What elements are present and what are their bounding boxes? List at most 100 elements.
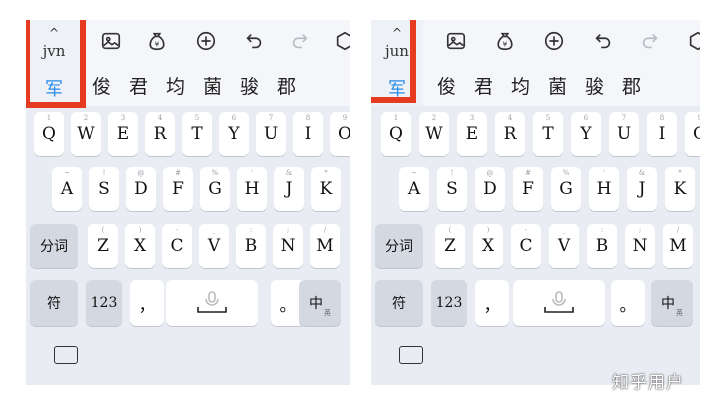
key-hint: 2 [431,114,437,122]
key-j[interactable]: & J [627,167,657,211]
plus-circle-icon[interactable] [193,28,219,54]
key-c[interactable]: -C [511,224,541,268]
key-m[interactable]: / M [310,224,340,268]
redo-icon[interactable] [637,28,663,54]
key-label: S [98,179,110,199]
key-label: J [285,179,293,199]
symbol-key[interactable]: 符 [375,280,423,326]
candidate-item[interactable]: 俊 [92,72,111,99]
key-t[interactable]: 5T [533,112,563,156]
key-b[interactable]: :B [587,224,617,268]
symbol-key[interactable]: 符 [30,280,78,326]
candidate-item[interactable]: 菌 [203,72,222,99]
candidate-item[interactable]: 骏 [240,72,259,99]
key-hint: ' [603,169,605,177]
comma-key[interactable]: ， [475,280,509,326]
svg-text:¥: ¥ [503,40,508,49]
key-r[interactable]: 4R [145,112,175,156]
key-q[interactable]: 1Q [381,112,411,156]
key-u[interactable]: 7U [256,112,286,156]
key-d[interactable]: @ D [475,167,505,211]
key-o[interactable]: 9O [330,112,350,156]
key-v[interactable]: _ V [549,224,579,268]
key-g[interactable]: % G [551,167,581,211]
language-switch-key[interactable]: 中英 [299,280,341,326]
candidate-item[interactable]: 均 [166,72,185,99]
key-n[interactable]: ; N [625,224,655,268]
key-b[interactable]: :B [236,224,266,268]
undo-icon[interactable] [590,28,616,54]
key-k[interactable]: * K [665,167,695,211]
key-label: T [542,124,554,144]
hexagon-icon[interactable] [685,28,700,54]
key-f[interactable]: # F [513,167,543,211]
plus-circle-icon[interactable] [541,28,567,54]
key-s[interactable]: ! S [89,167,119,211]
candidate-item[interactable]: 均 [511,72,530,99]
key-i[interactable]: 8I [647,112,677,156]
key-a[interactable]: ~ A [52,167,82,211]
candidate-item[interactable]: 君 [129,72,148,99]
money-bag-icon[interactable]: ¥ [144,28,170,54]
key-t[interactable]: 5T [182,112,212,156]
key-d[interactable]: @ D [126,167,156,211]
key-label: E [465,124,479,144]
space-key[interactable] [166,280,258,326]
key-o[interactable]: 9O [685,112,700,156]
segment-key[interactable]: 分词 [30,224,78,268]
comma-key[interactable]: ， [130,280,164,326]
lang-sub-label: 英 [324,309,331,317]
key-u[interactable]: 7U [609,112,639,156]
keyboard-switch-icon[interactable] [54,346,78,364]
candidate-item[interactable]: 郡 [622,72,641,99]
money-bag-icon[interactable]: ¥ [492,28,518,54]
key-j[interactable]: & J [274,167,304,211]
space-key[interactable] [513,280,605,326]
key-x[interactable]: ) X [125,224,155,268]
key-e[interactable]: 3E [457,112,487,156]
language-switch-key[interactable]: 中英 [651,280,693,326]
key-k[interactable]: * K [311,167,341,211]
key-z[interactable]: (Z [435,224,465,268]
key-w[interactable]: 2W [419,112,449,156]
key-n[interactable]: ; N [273,224,303,268]
key-g[interactable]: % G [200,167,230,211]
key-hint: & [638,169,646,177]
image-icon[interactable] [443,28,469,54]
candidate-item[interactable]: 骏 [585,72,604,99]
key-s[interactable]: ! S [437,167,467,211]
key-q[interactable]: 1Q [34,112,64,156]
candidate-item[interactable]: 郡 [277,72,296,99]
image-icon[interactable] [98,28,124,54]
highlight-box [26,20,86,108]
undo-icon[interactable] [241,28,267,54]
key-v[interactable]: _ V [199,224,229,268]
key-y[interactable]: 6Y [571,112,601,156]
segment-key[interactable]: 分词 [375,224,423,268]
candidate-item[interactable]: 菌 [548,72,567,99]
key-e[interactable]: 3E [108,112,138,156]
key-w[interactable]: 2W [71,112,101,156]
key-f[interactable]: # F [163,167,193,211]
key-m[interactable]: / M [663,224,693,268]
key-y[interactable]: 6Y [219,112,249,156]
key-i[interactable]: 8I [293,112,323,156]
key-r[interactable]: 4R [495,112,525,156]
key-hint: _ [212,226,216,234]
number-key[interactable]: 123 [86,280,122,326]
key-a[interactable]: ~ A [399,167,429,211]
number-key[interactable]: 123 [431,280,467,326]
key-z[interactable]: (Z [88,224,118,268]
key-c[interactable]: -C [162,224,192,268]
candidate-item[interactable]: 俊 [437,72,456,99]
period-key[interactable]: 。 [611,280,645,326]
candidate-item[interactable]: 君 [474,72,493,99]
key-h[interactable]: ' H [237,167,267,211]
key-h[interactable]: ' H [589,167,619,211]
key-hint: 8 [305,114,311,122]
redo-icon[interactable] [287,28,313,54]
key-hint: # [175,169,181,177]
keyboard-switch-icon[interactable] [399,346,423,364]
hexagon-icon[interactable] [332,28,350,54]
key-x[interactable]: ) X [473,224,503,268]
